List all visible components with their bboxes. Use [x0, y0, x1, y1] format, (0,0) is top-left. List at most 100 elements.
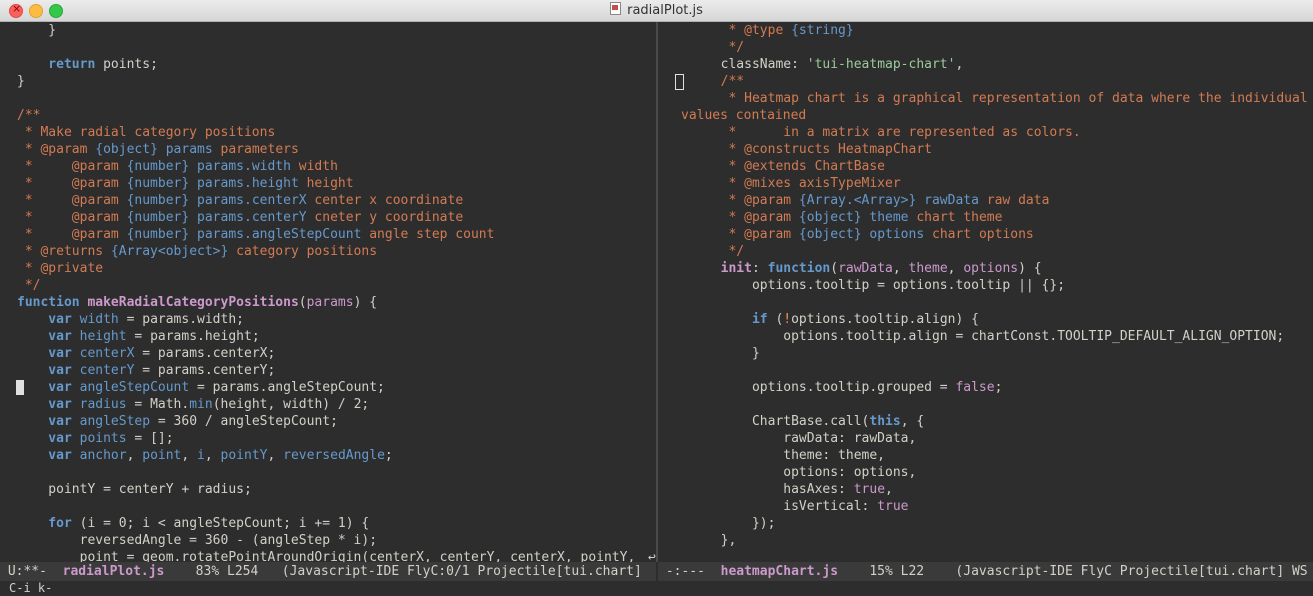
code-token: min	[189, 397, 213, 412]
code-line[interactable]: values contained↪	[681, 107, 1313, 124]
code-line[interactable]: * @param {object} options chart options	[705, 226, 1313, 243]
code-token: * @constructs HeatmapChart	[705, 142, 932, 157]
code-line[interactable]: * @returns {Array<object>} category posi…	[17, 243, 656, 260]
code-line[interactable]: var centerY = params.centerY;	[17, 362, 656, 379]
editor-pane-left[interactable]: } return points;} /** * Make radial categ…	[0, 22, 656, 562]
code-line[interactable]: options.tooltip.align = chartConst.TOOLT…	[705, 328, 1313, 345]
code-line[interactable]: isVertical: true	[705, 498, 1313, 515]
code-line[interactable]	[705, 396, 1313, 413]
code-line[interactable]: * @constructs HeatmapChart	[705, 141, 1313, 158]
code-line[interactable]: var anchor, point, i, pointY, reversedAn…	[17, 447, 656, 464]
code-line[interactable]: * in a matrix are represented as colors.	[705, 124, 1313, 141]
code-line[interactable]: * @private	[17, 260, 656, 277]
code-area-left[interactable]: } return points;} /** * Make radial categ…	[0, 22, 656, 562]
code-token: {number}	[126, 210, 190, 225]
code-line[interactable]	[17, 90, 656, 107]
code-line[interactable]: * @param {number} params.centerY cneter …	[17, 209, 656, 226]
code-token: pointY = centerY + radius;	[17, 482, 252, 497]
code-line[interactable]: * @mixes axisTypeMixer	[705, 175, 1313, 192]
code-token: var	[17, 346, 72, 361]
minibuffer[interactable]: C-i k-	[0, 581, 1313, 596]
code-line[interactable]: className: 'tui-heatmap-chart',	[705, 56, 1313, 73]
code-line[interactable]	[17, 39, 656, 56]
code-token: options.tooltip.align = chartConst.TOOLT…	[705, 329, 1285, 344]
code-line[interactable]: ChartBase.call(this, {	[705, 413, 1313, 430]
code-line[interactable]	[705, 362, 1313, 379]
code-line[interactable]: */	[705, 39, 1313, 56]
code-token: * @param	[17, 193, 127, 208]
code-token: chart theme	[908, 210, 1003, 225]
code-line[interactable]: options.tooltip.grouped = false;	[705, 379, 1313, 396]
code-line[interactable]: }	[705, 345, 1313, 362]
code-line[interactable]: * @type {string}	[705, 22, 1313, 39]
code-line[interactable]: * Make radial category positions	[17, 124, 656, 141]
code-line[interactable]	[705, 294, 1313, 311]
code-line[interactable]: * @param {object} theme chart theme	[705, 209, 1313, 226]
code-token: parameters	[212, 142, 299, 157]
code-area-right[interactable]: * @type {string} */ className: 'tui-heat…	[658, 22, 1313, 549]
code-token: ,	[947, 261, 964, 276]
code-line[interactable]: */	[17, 277, 656, 294]
code-line[interactable]: /**	[17, 107, 656, 124]
code-line[interactable]: rawData: rawData,	[705, 430, 1313, 447]
code-line[interactable]: * @param {number} params.width width	[17, 158, 656, 175]
code-token: options.tooltip.grouped =	[705, 380, 956, 395]
code-token: ,	[892, 261, 909, 276]
code-line[interactable]: });	[705, 515, 1313, 532]
code-token: = params.angleStepCount;	[189, 380, 385, 395]
code-token: * Make radial category positions	[17, 125, 276, 140]
code-token: = params.centerY;	[134, 363, 276, 378]
code-line[interactable]: var height = params.height;	[17, 328, 656, 345]
code-line[interactable]: * @param {object} params parameters	[17, 141, 656, 158]
code-token: category positions	[228, 244, 378, 259]
code-line[interactable]: reversedAngle = 360 - (angleStep * i);	[17, 532, 656, 549]
code-line[interactable]: }	[17, 73, 656, 90]
code-line[interactable]: * @param {number} params.centerX center …	[17, 192, 656, 209]
code-line[interactable]: return points;	[17, 56, 656, 73]
code-line[interactable]: options: options,	[705, 464, 1313, 481]
code-line[interactable]	[17, 464, 656, 481]
code-token: params.centerX	[189, 193, 307, 208]
code-line[interactable]: point = geom.rotatePointAroundOrigin(cen…	[17, 549, 656, 562]
editor-pane-right[interactable]: * @type {string} */ className: 'tui-heat…	[658, 22, 1313, 562]
code-line[interactable]: var points = [];	[17, 430, 656, 447]
code-token: var	[17, 312, 72, 327]
code-line[interactable]: var angleStep = 360 / angleStepCount;	[17, 413, 656, 430]
code-token: options.tooltip.align) {	[791, 312, 979, 327]
code-token: reversedAngle	[283, 448, 385, 463]
code-line[interactable]: var centerX = params.centerX;	[17, 345, 656, 362]
code-line[interactable]: * @extends ChartBase	[705, 158, 1313, 175]
code-line[interactable]: pointY = centerY + radius;	[17, 481, 656, 498]
code-line[interactable]: */	[705, 243, 1313, 260]
code-token: raw data	[978, 193, 1050, 208]
code-line[interactable]: var width = params.width;	[17, 311, 656, 328]
code-line[interactable]: }	[17, 22, 656, 39]
code-token: radius	[71, 397, 127, 412]
code-token: params	[157, 142, 213, 157]
code-line[interactable]: function makeRadialCategoryPositions(par…	[17, 294, 656, 311]
code-line[interactable]: var angleStepCount = params.angleStepCou…	[16, 379, 656, 396]
code-token: height	[71, 329, 127, 344]
code-token: * @extends ChartBase	[705, 159, 886, 174]
code-line[interactable]: * Heatmap chart is a graphical represent…	[705, 90, 1313, 107]
code-line[interactable]: * @param {number} params.angleStepCount …	[17, 226, 656, 243]
code-token: */	[705, 244, 745, 259]
code-line[interactable]: options.tooltip = options.tooltip || {};	[705, 277, 1313, 294]
code-line[interactable]: for (i = 0; i < angleStepCount; i += 1) …	[17, 515, 656, 532]
code-line[interactable]: /**	[675, 73, 1313, 90]
code-token: * @param	[17, 176, 127, 191]
code-line[interactable]: },	[705, 532, 1313, 549]
code-token: (height, width) / 2;	[212, 397, 370, 412]
code-line[interactable]: hasAxes: true,	[705, 481, 1313, 498]
code-line[interactable]: var radius = Math.min(height, width) / 2…	[17, 396, 656, 413]
code-token: * @mixes axisTypeMixer	[705, 176, 901, 191]
code-token: {string}	[791, 23, 854, 38]
code-line[interactable]: if (!options.tooltip.align) {	[705, 311, 1313, 328]
code-line[interactable]	[17, 498, 656, 515]
code-line[interactable]: theme: theme,	[705, 447, 1313, 464]
code-line[interactable]: * @param {Array.<Array>} rawData raw dat…	[705, 192, 1313, 209]
code-token: width	[71, 312, 119, 327]
code-line[interactable]: * @param {number} params.height height	[17, 175, 656, 192]
code-token: });	[705, 516, 776, 531]
code-line[interactable]: init: function(rawData, theme, options) …	[705, 260, 1313, 277]
